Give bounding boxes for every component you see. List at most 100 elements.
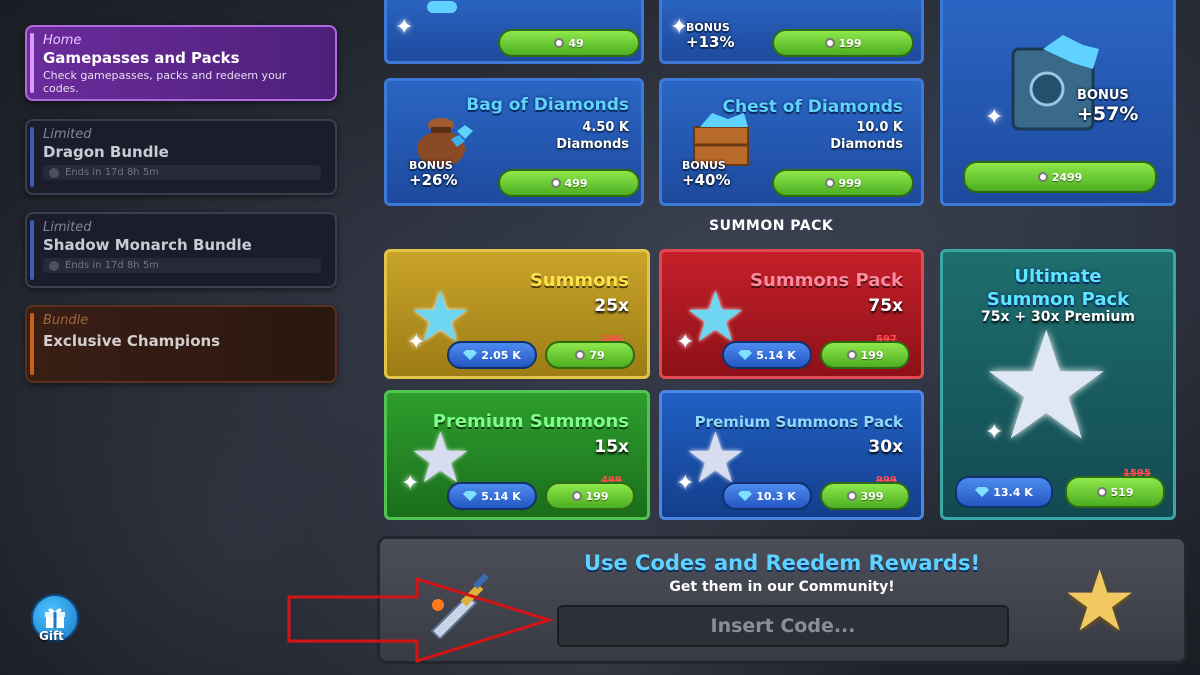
card-qty: 25x: [594, 296, 629, 316]
sidebar-item-label: Exclusive Champions: [43, 332, 221, 350]
sparkle-icon: ✦: [985, 105, 1004, 130]
ultimate-summon-pack-card: Ultimate Summon Pack 75x + 30x Premium ★…: [940, 249, 1176, 520]
sparkle-icon: ✦: [401, 471, 420, 496]
gem-price: 10.3 K: [756, 489, 796, 503]
gift-label: Gift: [39, 629, 64, 643]
gem-price: 2.05 K: [481, 348, 521, 362]
premium-summons-pack-card: Premium Summons Pack 30x ★ ✦ 999 10.3 K …: [659, 390, 924, 520]
sidebar-item-dragon-bundle[interactable]: Limited Dragon Bundle Ends in 17d 8h 5m: [25, 119, 337, 195]
gem-buy-button[interactable]: 5.14 K: [447, 482, 537, 510]
gem-buy-button[interactable]: 5.14 K: [722, 341, 812, 369]
robux-icon: [571, 491, 582, 501]
timer-text: Ends in 17d 8h 5m: [65, 167, 159, 178]
card-qty: 30x: [868, 437, 903, 457]
buy-button[interactable]: 49: [498, 29, 640, 57]
robux-icon: [846, 491, 857, 501]
buy-button[interactable]: 519: [1065, 476, 1165, 508]
robux-icon: [554, 38, 565, 48]
sidebar-item-kind: Limited: [43, 220, 92, 235]
gem-buy-button[interactable]: 10.3 K: [722, 482, 812, 510]
robux-icon: [575, 350, 586, 360]
amount-value: 10.0 K: [856, 120, 903, 135]
gift-icon: [45, 608, 65, 628]
sidebar-item-label: Dragon Bundle: [43, 143, 169, 161]
amount-unit: Diamonds: [556, 137, 629, 152]
diamond-icon: [463, 491, 478, 501]
timer-text: Ends in 17d 8h 5m: [65, 260, 159, 271]
buy-button[interactable]: 2499: [963, 161, 1157, 193]
sparkle-icon: ✦: [395, 15, 414, 40]
robux-icon: [824, 38, 835, 48]
buy-button[interactable]: 199: [772, 29, 914, 57]
sidebar-item-shadow-monarch-bundle[interactable]: Limited Shadow Monarch Bundle Ends in 17…: [25, 212, 337, 288]
card-amount: 4.50 K Diamonds: [556, 119, 629, 153]
section-label: SUMMON PACK: [709, 218, 834, 234]
diamond-pile-icon: [427, 1, 457, 13]
gem-price: 5.14 K: [481, 489, 521, 503]
card-title: Summons: [529, 270, 629, 291]
amount-value: 4.50 K: [582, 120, 629, 135]
clock-icon: [49, 260, 59, 271]
sidebar-item-desc: Check gamepasses, packs and redeem your …: [43, 69, 287, 95]
sparkle-icon: ✦: [676, 330, 695, 355]
robux-icon: [846, 350, 857, 360]
buy-button[interactable]: 499: [498, 169, 640, 197]
sidebar-item-timer: Ends in 17d 8h 5m: [43, 165, 321, 180]
amount-unit: Diamonds: [830, 137, 903, 152]
buy-button[interactable]: 79: [545, 341, 635, 369]
bonus-value: +40%: [682, 171, 731, 189]
price-label: 199: [860, 348, 884, 362]
sidebar-item-label: Shadow Monarch Bundle: [43, 236, 252, 254]
price-label: 2499: [1051, 170, 1083, 184]
diamond-pack-small: ✦ 49: [384, 0, 644, 64]
sparkle-icon: ✦: [985, 420, 1004, 445]
card-qty: 15x: [594, 437, 629, 457]
price-label: 199: [585, 489, 609, 503]
gem-price: 5.14 K: [756, 348, 796, 362]
diamond-icon: [975, 487, 990, 497]
summons-card: Summons 25x ★ ✦ 199 2.05 K 79: [384, 249, 650, 379]
bonus-tag: BONUS +13%: [686, 21, 735, 51]
buy-button[interactable]: 199: [820, 341, 910, 369]
robux-icon: [1096, 487, 1107, 497]
diamond-icon: [463, 350, 478, 360]
sparkle-icon: ✦: [407, 330, 426, 355]
code-input[interactable]: [557, 605, 1009, 647]
bonus-label: BONUS: [1077, 88, 1129, 103]
buy-button[interactable]: 399: [820, 482, 910, 510]
premium-summons-card: Premium Summons 15x ★ ✦ 499 5.14 K 199: [384, 390, 650, 520]
gem-price: 13.4 K: [993, 485, 1033, 499]
card-title-line1: Ultimate: [1014, 266, 1102, 287]
gem-buy-button[interactable]: 13.4 K: [955, 476, 1053, 508]
price-label: 199: [838, 36, 862, 50]
gem-buy-button[interactable]: 2.05 K: [447, 341, 537, 369]
star-icon: ★: [1062, 552, 1138, 650]
buy-button[interactable]: 999: [772, 169, 914, 197]
sidebar-item-kind: Home: [43, 33, 82, 48]
vault-of-diamonds-card: ✦ BONUS +57% 2499: [940, 0, 1176, 206]
sidebar-item-home[interactable]: Home Gamepasses and Packs Check gamepass…: [25, 25, 337, 101]
price-label: 49: [568, 36, 584, 50]
price-label: 499: [564, 176, 588, 190]
red-arrow-annotation: [287, 577, 553, 663]
bonus-value: +26%: [409, 171, 458, 189]
sidebar-item-exclusive-champions[interactable]: Bundle Exclusive Champions: [25, 305, 337, 383]
robux-icon: [1037, 172, 1048, 182]
diamond-pack-medium: ✦ BONUS +13% 199: [659, 0, 924, 64]
bonus-value: +57%: [1077, 103, 1139, 125]
sparkle-icon: ✦: [676, 471, 695, 496]
card-title: Summons Pack: [750, 270, 903, 291]
bonus-value: +13%: [686, 33, 735, 51]
buy-button[interactable]: 199: [545, 482, 635, 510]
card-title: Bag of Diamonds: [466, 95, 629, 115]
sidebar-item-kind: Bundle: [43, 313, 89, 328]
summons-pack-card: Summons Pack 75x ★ ✦ 597 5.14 K 199: [659, 249, 924, 379]
bonus-tag: BONUS +26%: [409, 159, 458, 189]
chest-of-diamonds-card: Chest of Diamonds 10.0 K Diamonds BONUS …: [659, 78, 924, 206]
robux-icon: [824, 178, 835, 188]
price-label: 519: [1110, 485, 1134, 499]
bonus-tag: BONUS +40%: [682, 159, 731, 189]
sidebar-item-timer: Ends in 17d 8h 5m: [43, 258, 321, 273]
price-label: 999: [838, 176, 862, 190]
robux-icon: [550, 178, 561, 188]
